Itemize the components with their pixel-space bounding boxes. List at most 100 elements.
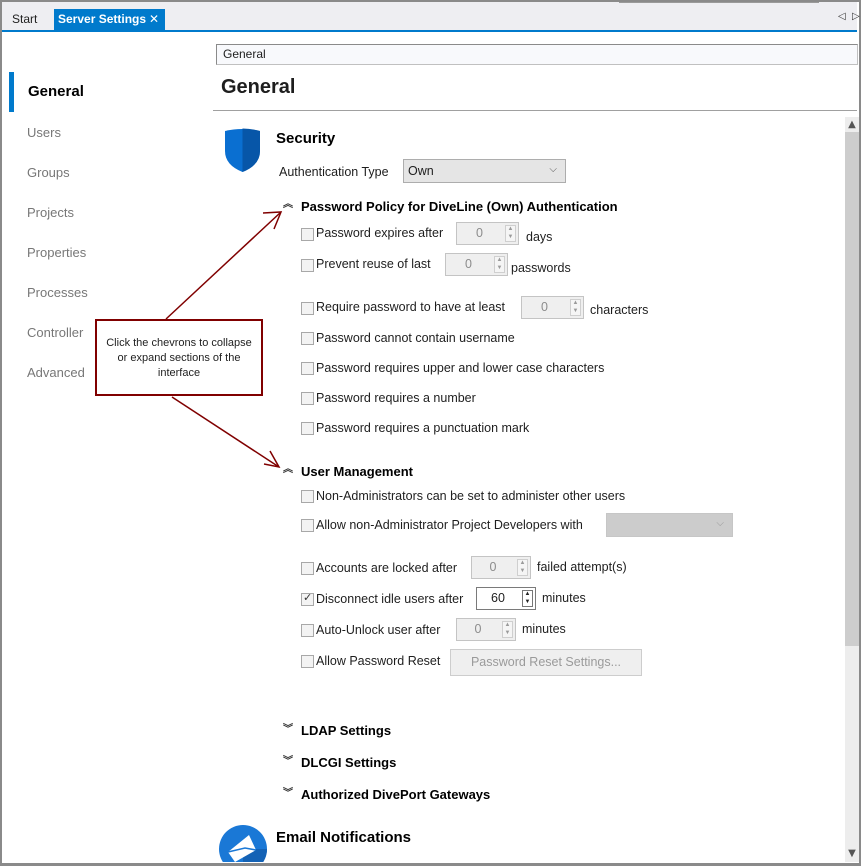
- scroll-down-icon[interactable]: ▼: [845, 848, 859, 862]
- collapse-chevron-icon[interactable]: ︽: [283, 200, 293, 210]
- stepper-value: 0: [476, 226, 483, 240]
- label-idle-disconnect: Disconnect idle users after: [316, 592, 464, 606]
- unit-minutes: minutes: [522, 622, 566, 636]
- stepper-value: 0: [465, 257, 472, 271]
- checkbox-no-username[interactable]: [301, 332, 314, 345]
- title-divider: [213, 110, 857, 111]
- tab-scroll-right-icon[interactable]: ▷: [852, 11, 860, 22]
- vertical-scrollbar[interactable]: ▲ ▼: [845, 117, 859, 862]
- stepper-idle-disconnect[interactable]: 60 ▲ ▼: [476, 587, 536, 610]
- scroll-up-icon[interactable]: ▲: [845, 117, 859, 131]
- auth-type-value: Own: [408, 164, 434, 178]
- label-no-username: Password cannot contain username: [316, 331, 515, 345]
- tab-underline: [2, 30, 857, 32]
- stepper-up-icon[interactable]: ▲: [503, 622, 512, 629]
- label-upper-lower: Password requires upper and lower case c…: [316, 361, 605, 375]
- checkbox-upper-lower[interactable]: [301, 362, 314, 375]
- stepper-auto-unlock[interactable]: 0 ▲ ▼: [456, 618, 516, 641]
- checkbox-number[interactable]: [301, 392, 314, 405]
- stepper-value: 0: [474, 622, 482, 636]
- tab-scroll-left-icon[interactable]: ◁: [838, 11, 846, 22]
- checkbox-password-expires[interactable]: [301, 228, 314, 241]
- shield-icon: [225, 128, 260, 172]
- stepper-up-icon[interactable]: ▲: [518, 560, 527, 567]
- checkbox-auto-unlock[interactable]: [301, 624, 314, 637]
- subsection-title-password-policy: Password Policy for DiveLine (Own) Authe…: [301, 199, 618, 214]
- checkbox-non-admin-devs[interactable]: [301, 519, 314, 532]
- subsection-title-user-management: User Management: [301, 464, 413, 479]
- stepper-down-icon[interactable]: ▼: [523, 599, 532, 606]
- chevron-down-icon: ⌵: [716, 518, 724, 529]
- stepper-down-icon[interactable]: ▼: [495, 265, 504, 272]
- sidebar-item-projects[interactable]: Projects: [27, 205, 74, 220]
- subsection-title-ldap[interactable]: LDAP Settings: [301, 723, 391, 738]
- checkbox-non-admin-admin[interactable]: [301, 490, 314, 503]
- developer-role-select[interactable]: ⌵: [606, 513, 733, 537]
- page-title: General: [221, 76, 296, 98]
- section-title-email: Email Notifications: [276, 829, 412, 846]
- close-icon[interactable]: ✕: [149, 12, 159, 26]
- tab-server-settings[interactable]: Server Settings ✕: [54, 9, 166, 30]
- label-punctuation: Password requires a punctuation mark: [316, 421, 530, 435]
- label-password-expires: Password expires after: [316, 226, 444, 240]
- stepper-value: 0: [489, 560, 497, 574]
- expand-chevron-icon[interactable]: ︾: [283, 725, 293, 735]
- sidebar-item-general[interactable]: General: [28, 83, 84, 100]
- tab-label: Server Settings: [58, 12, 147, 26]
- label-min-length: Require password to have at least: [316, 300, 505, 314]
- sidebar-item-controller[interactable]: Controller: [27, 325, 83, 340]
- stepper-up-icon[interactable]: ▲: [523, 591, 532, 598]
- stepper-value: 0: [541, 300, 548, 314]
- stepper-up-icon[interactable]: ▲: [495, 257, 504, 264]
- stepper-down-icon[interactable]: ▼: [571, 308, 580, 315]
- stepper-up-icon[interactable]: ▲: [506, 226, 515, 233]
- search-input[interactable]: General: [216, 44, 858, 65]
- unit-passwords: passwords: [511, 261, 571, 275]
- auth-type-label: Authentication Type: [279, 165, 389, 179]
- label-auto-unlock: Auto-Unlock user after: [316, 623, 441, 637]
- label-number: Password requires a number: [316, 391, 476, 405]
- stepper-down-icon[interactable]: ▼: [506, 234, 515, 241]
- chevron-down-icon: ⌵: [549, 164, 557, 175]
- unit-characters: characters: [590, 303, 649, 317]
- sidebar-item-properties[interactable]: Properties: [27, 245, 86, 260]
- sidebar-item-users[interactable]: Users: [27, 125, 61, 140]
- stepper-up-icon[interactable]: ▲: [571, 300, 580, 307]
- checkbox-punctuation[interactable]: [301, 422, 314, 435]
- checkbox-idle-disconnect[interactable]: [301, 591, 314, 606]
- stepper-down-icon[interactable]: ▼: [503, 630, 512, 637]
- unit-failed-attempts: failed attempt(s): [537, 560, 627, 574]
- expand-chevron-icon[interactable]: ︾: [283, 757, 293, 767]
- stepper-value: 60: [491, 591, 505, 605]
- stepper-down-icon[interactable]: ▼: [518, 568, 527, 575]
- title-grip: [619, 2, 819, 3]
- tab-start[interactable]: Start: [8, 9, 41, 30]
- stepper-password-expires[interactable]: 0 ▲ ▼: [456, 222, 519, 245]
- section-title-security: Security: [276, 130, 336, 147]
- envelope-icon: [219, 825, 267, 862]
- checkbox-prevent-reuse[interactable]: [301, 259, 314, 272]
- subsection-title-dlcgi[interactable]: DLCGI Settings: [301, 755, 396, 770]
- checkbox-min-length[interactable]: [301, 302, 314, 315]
- stepper-min-length[interactable]: 0 ▲ ▼: [521, 296, 584, 319]
- scroll-thumb[interactable]: [845, 132, 859, 646]
- label-lockout: Accounts are locked after: [316, 561, 458, 575]
- checkbox-lockout[interactable]: [301, 562, 314, 575]
- stepper-lockout[interactable]: 0 ▲ ▼: [471, 556, 531, 579]
- unit-minutes: minutes: [542, 591, 586, 605]
- stepper-prevent-reuse[interactable]: 0 ▲ ▼: [445, 253, 508, 276]
- sidebar-item-processes[interactable]: Processes: [27, 285, 88, 300]
- sidebar-item-advanced[interactable]: Advanced: [27, 365, 85, 380]
- expand-chevron-icon[interactable]: ︾: [283, 789, 293, 799]
- sidebar-item-groups[interactable]: Groups: [27, 165, 70, 180]
- checkbox-password-reset[interactable]: [301, 655, 314, 668]
- auth-type-select[interactable]: Own ⌵: [403, 159, 566, 183]
- collapse-chevron-icon[interactable]: ︽: [283, 465, 293, 475]
- password-reset-settings-button[interactable]: Password Reset Settings...: [450, 649, 642, 676]
- subsection-title-diveport[interactable]: Authorized DivePort Gateways: [301, 787, 490, 802]
- annotation-callout: Click the chevrons to collapse or expand…: [95, 319, 263, 396]
- unit-days: days: [526, 230, 553, 244]
- label-password-reset: Allow Password Reset: [316, 654, 441, 668]
- nav-active-indicator: [9, 72, 14, 112]
- label-prevent-reuse: Prevent reuse of last: [316, 257, 431, 271]
